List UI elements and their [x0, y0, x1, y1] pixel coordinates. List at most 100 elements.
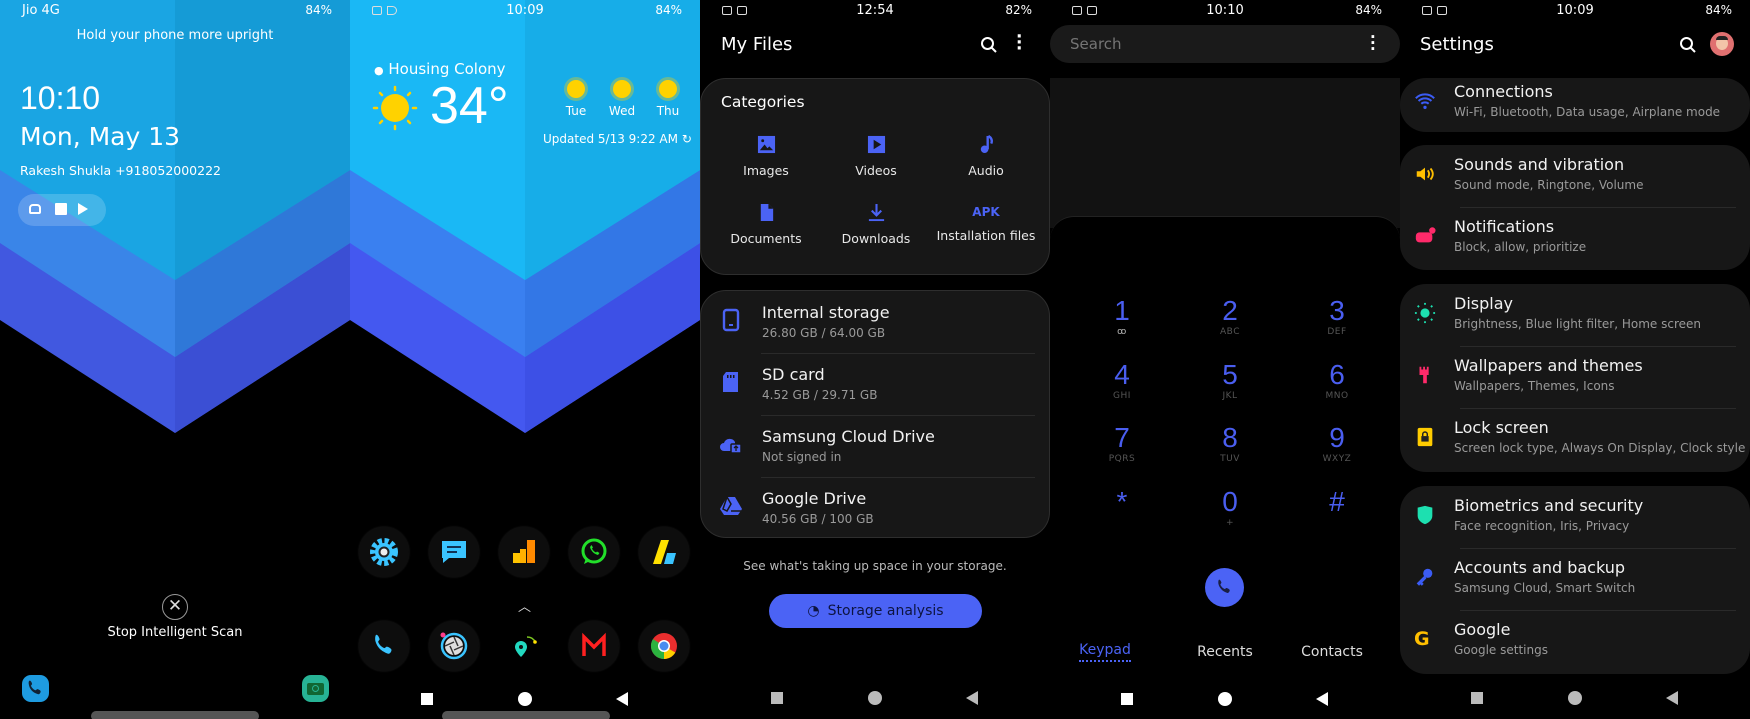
- app-phone[interactable]: [359, 621, 409, 671]
- category-documents[interactable]: Documents: [711, 203, 821, 246]
- recents-button[interactable]: [1471, 692, 1483, 704]
- forecast-day: Tue: [554, 80, 598, 118]
- app-settings[interactable]: [359, 527, 409, 577]
- category-downloads[interactable]: Downloads: [821, 203, 931, 246]
- paint-brush-icon: [1419, 366, 1429, 384]
- settings-biometrics[interactable]: Biometrics and security Face recognition…: [1400, 486, 1750, 548]
- dial-key[interactable]: 7 PQRS: [1077, 422, 1167, 464]
- home-button[interactable]: [1568, 691, 1582, 705]
- homescreen-panel: 10:09 84% ● Housing Colony 34° Tue Wed T…: [350, 0, 700, 719]
- app-chrome[interactable]: [639, 621, 689, 671]
- settings-lock-screen[interactable]: Lock screen Screen lock type, Always On …: [1400, 408, 1750, 470]
- storage-internal[interactable]: Internal storage 26.80 GB / 64.00 GB: [701, 291, 1050, 353]
- sd-card-icon: [723, 372, 738, 392]
- dial-key[interactable]: 5 JKL: [1185, 359, 1275, 401]
- app-maps[interactable]: [499, 621, 549, 671]
- dial-key[interactable]: #: [1292, 486, 1382, 518]
- settings-notifications[interactable]: Notifications Block, allow, prioritize: [1400, 207, 1750, 269]
- dial-digit: 1: [1114, 295, 1130, 326]
- dial-key[interactable]: 4 GHI: [1077, 359, 1167, 401]
- back-button[interactable]: [616, 692, 628, 706]
- back-button[interactable]: [966, 691, 978, 705]
- category-images[interactable]: Images: [711, 135, 821, 178]
- dial-key[interactable]: 1ꝏ: [1077, 295, 1167, 337]
- tab-keypad[interactable]: Keypad: [1055, 642, 1155, 662]
- stop-scan-label[interactable]: Stop Intelligent Scan: [0, 625, 350, 640]
- search-icon[interactable]: [980, 36, 998, 54]
- status-time: 12:54: [856, 3, 894, 18]
- settings-sounds[interactable]: Sounds and vibration Sound mode, Rington…: [1400, 145, 1750, 207]
- app-analytics[interactable]: [499, 527, 549, 577]
- orientation-hint: Hold your phone more upright: [76, 28, 274, 43]
- dial-key[interactable]: 6 MNO: [1292, 359, 1382, 401]
- tab-recents[interactable]: Recents: [1175, 644, 1275, 660]
- notification-pill[interactable]: [18, 194, 106, 226]
- settings-gear-icon: [370, 538, 398, 566]
- dial-letters: ABC: [1220, 327, 1240, 337]
- app-drawer-chevron-up-icon[interactable]: ︿: [518, 596, 531, 615]
- navigation-bar: [350, 689, 700, 709]
- google-g-icon: G: [1414, 628, 1430, 650]
- dial-letters: WXYZ: [1322, 454, 1352, 464]
- settings-connections[interactable]: Connections Wi-Fi, Bluetooth, Data usage…: [1400, 72, 1750, 134]
- stop-scan-close-icon[interactable]: ✕: [162, 594, 188, 620]
- recents-button[interactable]: [771, 692, 783, 704]
- home-button[interactable]: [868, 691, 882, 705]
- key-icon: [1416, 568, 1433, 586]
- app-camera[interactable]: [429, 621, 479, 671]
- back-button[interactable]: [1666, 691, 1678, 705]
- home-button[interactable]: [1218, 692, 1232, 706]
- category-videos[interactable]: Videos: [821, 135, 931, 178]
- status-time: 10:09: [506, 3, 544, 18]
- call-button[interactable]: [1205, 568, 1244, 607]
- dial-key[interactable]: *: [1077, 486, 1167, 518]
- app-messages[interactable]: [429, 527, 479, 577]
- storage-sd-card[interactable]: SD card 4.52 GB / 29.71 GB: [701, 353, 1050, 415]
- dial-digit: 8: [1222, 422, 1238, 453]
- dial-key[interactable]: 0 +: [1185, 486, 1275, 528]
- recents-button[interactable]: [421, 693, 433, 705]
- app-adsense[interactable]: [639, 527, 689, 577]
- dial-digit: 7: [1114, 422, 1130, 453]
- dial-key[interactable]: 3 DEF: [1292, 295, 1382, 337]
- dial-key[interactable]: 8 TUV: [1185, 422, 1275, 464]
- settings-group-2: Sounds and vibration Sound mode, Rington…: [1400, 145, 1750, 270]
- navigation-bar: [1050, 689, 1400, 709]
- more-options-icon[interactable]: · · ·: [1016, 29, 1022, 58]
- storage-google-drive[interactable]: Google Drive 40.56 GB / 100 GB: [701, 477, 1050, 539]
- unlock-handle[interactable]: [91, 711, 259, 719]
- tab-contacts[interactable]: Contacts: [1282, 644, 1382, 660]
- camera-shortcut-icon[interactable]: [302, 675, 329, 702]
- storage-analysis-button[interactable]: ◔ Storage analysis: [769, 594, 982, 628]
- dial-key[interactable]: 2 ABC: [1185, 295, 1275, 337]
- back-button[interactable]: [1316, 692, 1328, 706]
- storage-analysis-icon: ◔: [807, 603, 820, 619]
- settings-accounts[interactable]: Accounts and backup Samsung Cloud, Smart…: [1400, 548, 1750, 610]
- search-icon[interactable]: [1679, 36, 1697, 54]
- google-drive-icon: [720, 495, 742, 515]
- recents-button[interactable]: [1121, 693, 1133, 705]
- forecast: Tue Wed Thu: [554, 80, 686, 126]
- brightness-icon: [1414, 302, 1436, 324]
- home-button[interactable]: [518, 692, 532, 706]
- dial-digit: 2: [1222, 295, 1238, 326]
- phone-shortcut-icon[interactable]: [22, 675, 49, 702]
- myfiles-panel: 12:54 82% My Files · · · Categories Images…: [700, 0, 1050, 719]
- speaker-icon: [1416, 167, 1434, 181]
- weather-temperature: 34°: [430, 77, 509, 135]
- settings-google[interactable]: G Google Google settings: [1400, 610, 1750, 672]
- app-whatsapp[interactable]: [569, 527, 619, 577]
- app-gmail[interactable]: [569, 621, 619, 671]
- analytics-icon: [513, 540, 535, 563]
- category-installation-files[interactable]: APK Installation files: [931, 203, 1041, 243]
- refresh-icon[interactable]: ↻: [682, 132, 692, 146]
- dial-digit: 0: [1222, 486, 1238, 517]
- profile-avatar[interactable]: [1710, 32, 1734, 56]
- settings-display[interactable]: Display Brightness, Blue light filter, H…: [1400, 284, 1750, 346]
- bottom-handle[interactable]: [442, 711, 610, 719]
- dial-key[interactable]: 9 WXYZ: [1292, 422, 1382, 464]
- storage-samsung-cloud[interactable]: Samsung Cloud Drive Not signed in: [701, 415, 1050, 477]
- image-icon: [757, 135, 775, 154]
- category-audio[interactable]: Audio: [931, 134, 1041, 178]
- settings-wallpapers[interactable]: Wallpapers and themes Wallpapers, Themes…: [1400, 346, 1750, 408]
